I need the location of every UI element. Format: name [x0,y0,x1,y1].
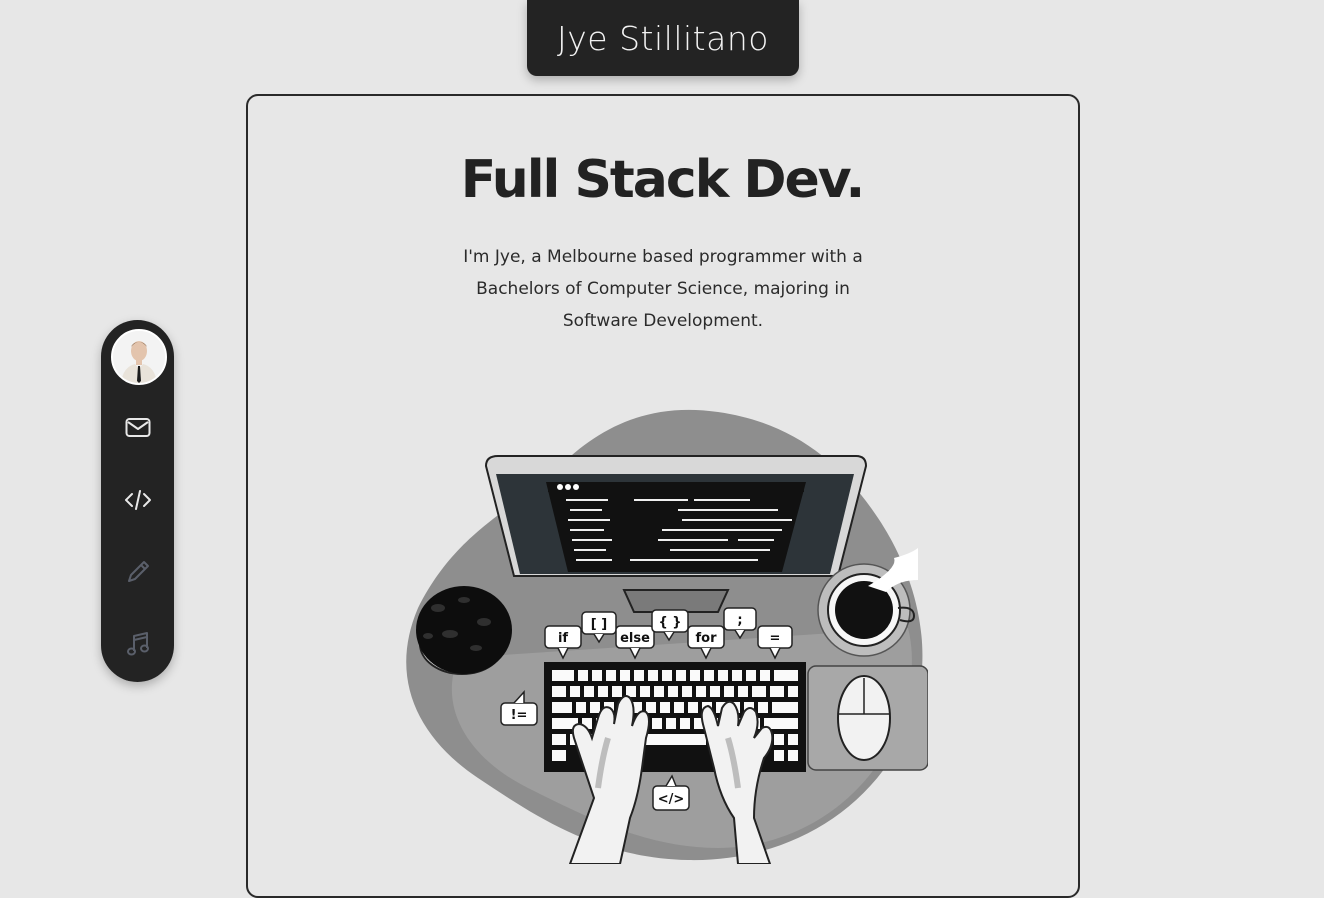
svg-text:=: = [770,631,781,646]
music-icon [127,632,149,656]
name-header-tab[interactable]: Jye Stillitano [527,0,799,76]
writing-button[interactable] [118,552,158,592]
svg-text:!=: != [511,708,528,723]
svg-text:if: if [558,631,568,646]
sidebar-nav [101,320,174,682]
svg-text:for: for [696,631,718,646]
developer-desk-illustration: if [ ] else { } for ; = != </> [398,408,929,865]
mail-button[interactable] [118,408,158,448]
site-title: Jye Stillitano [557,18,769,58]
hero-headline: Full Stack Dev. [460,150,865,210]
svg-text:</>: </> [658,792,685,807]
mail-icon [125,418,151,437]
svg-text:;: ; [737,613,742,628]
svg-text:[ ]: [ ] [591,617,607,632]
avatar[interactable] [111,329,167,385]
code-icon [125,490,151,510]
hero-intro: I'm Jye, a Melbourne based programmer wi… [463,247,863,331]
svg-text:{ }: { } [658,615,681,630]
music-button[interactable] [118,624,158,664]
code-button[interactable] [118,480,158,520]
pencil-icon [128,561,149,582]
svg-text:else: else [620,631,650,646]
